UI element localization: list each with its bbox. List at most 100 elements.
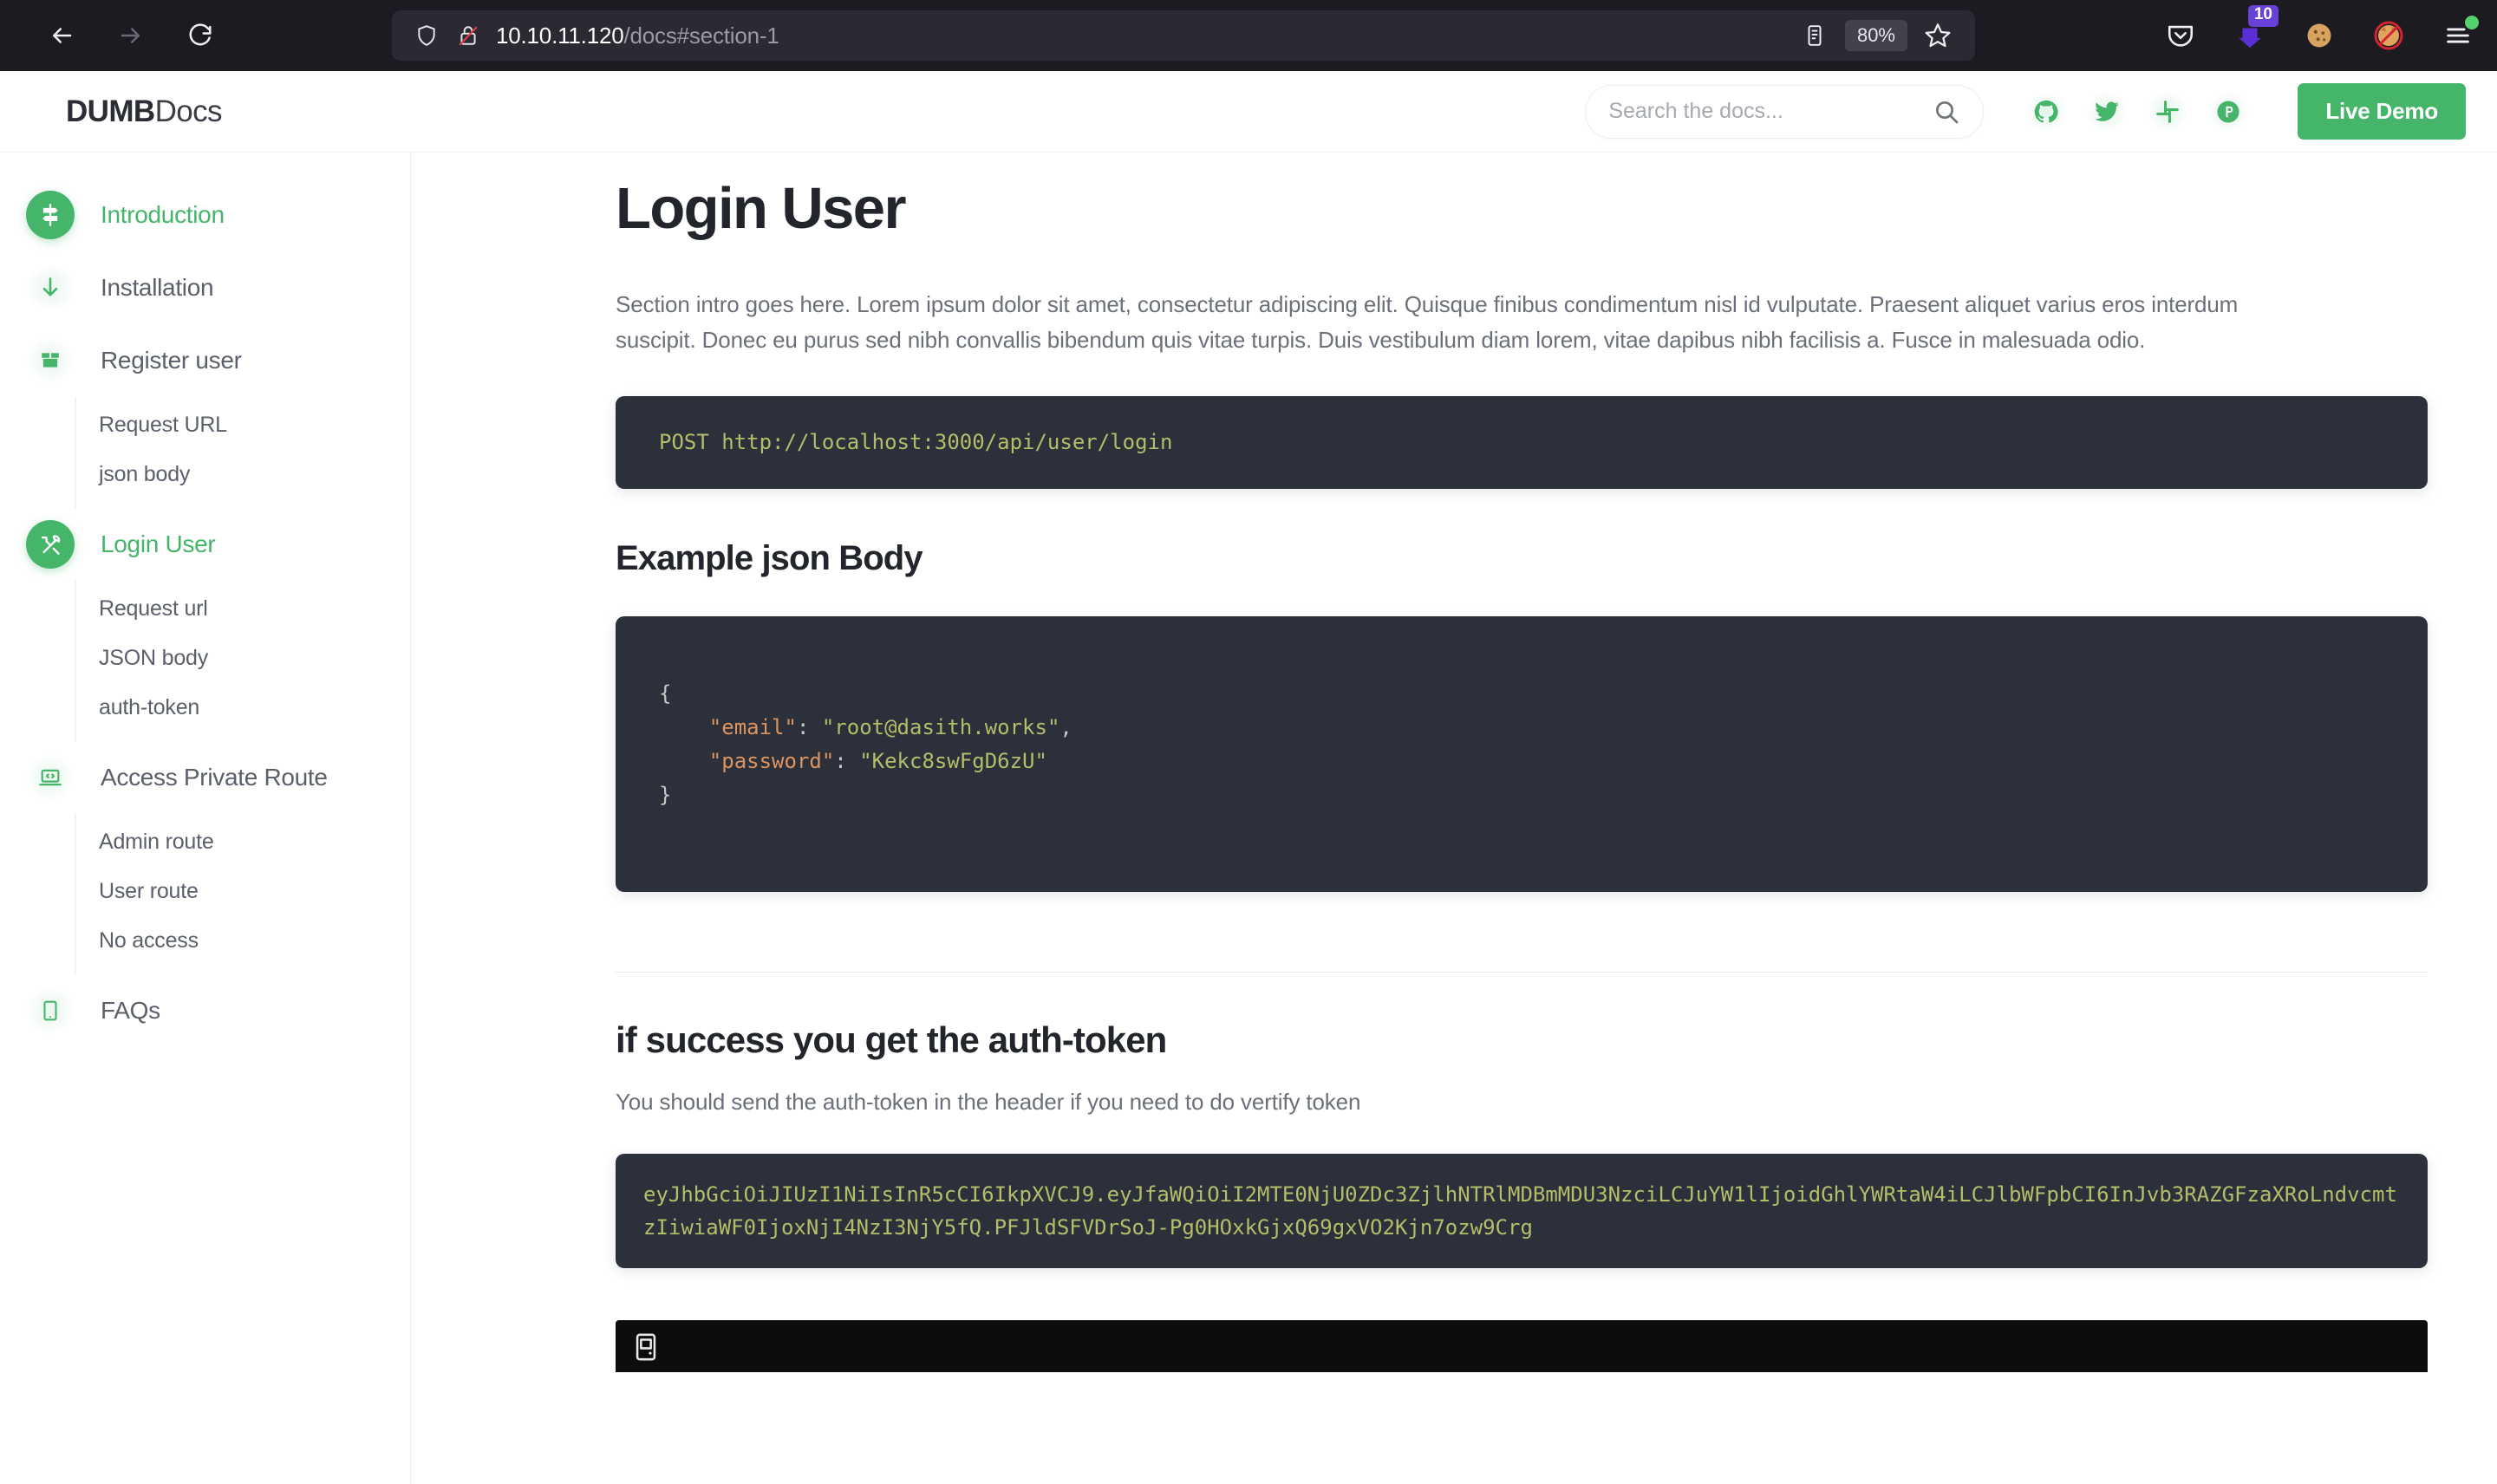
- app-menu-button[interactable]: [2436, 14, 2480, 57]
- extension-badge-count: 10: [2247, 5, 2279, 27]
- insecure-lock-wrap[interactable]: [447, 23, 489, 48]
- search-icon[interactable]: [1933, 98, 1960, 126]
- sidebar-subitem-no-access[interactable]: No access: [76, 916, 410, 966]
- package-box-icon: [42, 353, 59, 368]
- search-box[interactable]: [1585, 84, 1985, 139]
- reader-view-icon: [1808, 25, 1822, 46]
- reload-icon: [189, 23, 212, 46]
- sidebar-item-access-private-route[interactable]: Access Private Route: [0, 741, 410, 814]
- social-link-producthunt[interactable]: [2207, 90, 2250, 133]
- search-input[interactable]: [1608, 99, 1933, 124]
- page-title: Login User: [616, 176, 907, 241]
- header-actions: Live Demo: [1585, 83, 2466, 140]
- live-demo-button[interactable]: Live Demo: [2298, 83, 2466, 140]
- package-box-icon-wrap: [26, 336, 75, 385]
- bookmark-button[interactable]: [1916, 14, 1959, 57]
- logo-bold-text: DUMB: [66, 94, 155, 128]
- forward-button[interactable]: [104, 9, 158, 62]
- social-link-github[interactable]: [2025, 90, 2068, 133]
- social-links: [2025, 90, 2250, 133]
- tools-icon: [41, 534, 60, 555]
- sidebar-group-login-user: Login User Request url JSON body auth-to…: [0, 508, 410, 741]
- auth-token-description: You should send the auth-token in the he…: [616, 1088, 1361, 1115]
- tracking-protection-shield-icon: [418, 25, 435, 46]
- slack-icon: [2156, 100, 2180, 123]
- json-value-email: "root@dasith.works": [821, 714, 1060, 739]
- site-header: DUMBDocs Search the docs... Live Demo: [0, 71, 2497, 153]
- reload-button[interactable]: [173, 9, 227, 62]
- sidebar-label-login-user: Login User: [101, 530, 216, 557]
- social-link-twitter[interactable]: [2086, 90, 2129, 133]
- browser-toolbar: 10.10.11.120/docs#section-1 80% 10: [0, 0, 2497, 71]
- fox-blocked-extension-button[interactable]: [2367, 14, 2410, 57]
- sidebar-subitem-request-url[interactable]: Request URL: [76, 400, 410, 450]
- reader-view-button[interactable]: [1793, 14, 1836, 57]
- json-open-brace: {: [659, 681, 672, 706]
- browser-extensions-area: 10: [2159, 5, 2480, 57]
- section-divider: [616, 971, 2428, 973]
- tablet-icon-wrap: [26, 986, 75, 1035]
- sidebar-subitem-user-route[interactable]: User route: [76, 867, 410, 916]
- sidebar-label-installation: Installation: [101, 274, 214, 301]
- pocket-icon: [2168, 25, 2194, 47]
- zoom-level-indicator[interactable]: 80%: [1844, 20, 1907, 51]
- json-body-heading: Example json Body: [616, 539, 923, 578]
- back-button[interactable]: [35, 9, 88, 62]
- insecure-connection-lock-icon: [459, 26, 478, 46]
- auth-token-code-block[interactable]: eyJhbGciOiJIUzI1NiIsInR5cCI6IkpXVCJ9.eyJ…: [616, 1153, 2428, 1269]
- terminal-player-panel[interactable]: [616, 1320, 2428, 1373]
- bookmark-star-icon: [1925, 23, 1951, 48]
- github-icon: [2035, 100, 2058, 123]
- sidebar-sublist-access-private-route: Admin route User route No access: [75, 814, 410, 974]
- sidebar-subitem-auth-token[interactable]: auth-token: [76, 683, 410, 732]
- cookie-extension-button[interactable]: [2298, 14, 2341, 57]
- navigation-buttons: [35, 9, 227, 62]
- sidebar-label-register-user: Register user: [101, 347, 242, 374]
- json-body-code-block[interactable]: { "email": "root@dasith.works", "passwor…: [616, 616, 2428, 892]
- tools-icon-wrap: [26, 520, 75, 569]
- sidebar-navigation: Introduction Installation Register user …: [0, 153, 411, 1484]
- sidebar-group-faqs: FAQs: [0, 974, 410, 1047]
- sidebar-group-installation: Installation: [0, 251, 410, 324]
- forward-arrow-icon: [121, 28, 140, 43]
- sidebar-label-introduction: Introduction: [101, 201, 225, 228]
- back-arrow-icon: [53, 28, 72, 43]
- download-arrow-icon: [42, 277, 58, 296]
- logo-light-text: Docs: [154, 94, 223, 128]
- pocket-button[interactable]: [2159, 14, 2202, 57]
- request-url-code-block[interactable]: POST http://localhost:3000/api/user/logi…: [616, 396, 2428, 490]
- sidebar-item-login-user[interactable]: Login User: [0, 508, 410, 581]
- laptop-code-icon-wrap: [26, 753, 75, 802]
- json-key-password: "password": [708, 748, 835, 773]
- sidebar-item-introduction[interactable]: Introduction: [0, 179, 410, 251]
- page-body: Introduction Installation Register user …: [0, 153, 2497, 1484]
- json-value-password: "Kekc8swFgD6zU": [859, 748, 1047, 773]
- sidebar-item-register-user[interactable]: Register user: [0, 324, 410, 397]
- sidebar-subitem-json-body[interactable]: json body: [76, 450, 410, 499]
- download-extension-button[interactable]: 10: [2228, 5, 2279, 57]
- cookie-extension-icon: [2307, 23, 2331, 48]
- terminal-window-icon: [636, 1333, 656, 1361]
- url-text[interactable]: 10.10.11.120/docs#section-1: [489, 23, 1793, 49]
- social-link-slack[interactable]: [2147, 90, 2189, 133]
- sidebar-item-faqs[interactable]: FAQs: [0, 974, 410, 1047]
- address-bar[interactable]: 10.10.11.120/docs#section-1 80%: [392, 10, 1975, 61]
- sidebar-group-register-user: Register user Request URL json body: [0, 324, 410, 508]
- auth-token-heading: if success you get the auth-token: [616, 1019, 1167, 1060]
- signpost-icon: [42, 204, 58, 226]
- section-intro-paragraph: Section intro goes here. Lorem ipsum dol…: [616, 291, 2239, 354]
- sidebar-label-faqs: FAQs: [101, 997, 160, 1024]
- signpost-icon-wrap: [26, 191, 75, 239]
- producthunt-icon: [2217, 101, 2239, 122]
- sidebar-subitem-request-url[interactable]: Request url: [76, 584, 410, 634]
- sidebar-group-introduction: Introduction: [0, 179, 410, 251]
- download-arrow-icon-wrap: [26, 264, 75, 312]
- twitter-icon: [2095, 101, 2120, 121]
- sidebar-subitem-admin-route[interactable]: Admin route: [76, 817, 410, 867]
- json-close-brace: }: [659, 782, 672, 807]
- site-logo[interactable]: DUMBDocs: [66, 94, 223, 129]
- shield-icon-wrap[interactable]: [406, 23, 447, 48]
- update-available-dot: [2465, 16, 2479, 29]
- sidebar-subitem-json-body[interactable]: JSON body: [76, 634, 410, 683]
- sidebar-item-installation[interactable]: Installation: [0, 251, 410, 324]
